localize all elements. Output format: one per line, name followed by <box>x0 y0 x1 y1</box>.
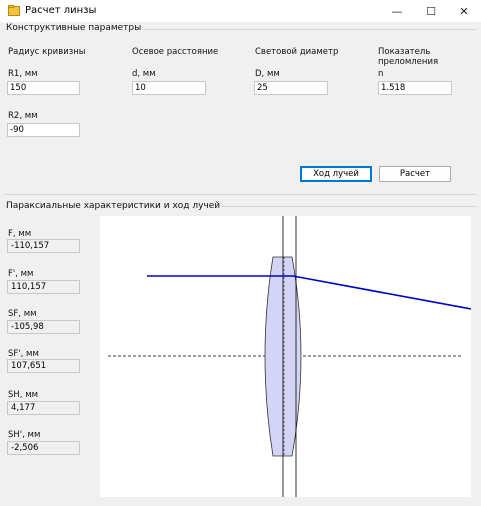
close-button[interactable]: ✕ <box>447 0 481 22</box>
params-group-bottom-border <box>4 194 477 195</box>
r1-input[interactable]: 150 <box>7 81 80 95</box>
sh-value: 4,177 <box>7 401 80 415</box>
n-label: n <box>378 69 384 79</box>
sf-label: SF, мм <box>8 309 37 319</box>
sh-label: SH, мм <box>8 390 39 400</box>
f-label: F, мм <box>8 229 32 239</box>
title-bar: Расчет линзы — ☐ ✕ <box>0 0 481 22</box>
params-group-title: Конструктивные параметры <box>6 23 144 33</box>
app-icon <box>8 5 20 16</box>
calculate-button[interactable]: Расчет <box>379 166 451 182</box>
ray-trace-button[interactable]: Ход лучей <box>300 166 372 182</box>
results-group-title: Параксиальные характеристики и ход лучей <box>6 201 223 211</box>
n-input[interactable]: 1.518 <box>378 81 452 95</box>
D-input[interactable]: 25 <box>254 81 328 95</box>
ray-trace-plot <box>100 216 471 497</box>
axial-distance-header: Осевое расстояние <box>132 47 219 57</box>
radius-header: Радиус кривизны <box>8 47 86 57</box>
D-label: D, мм <box>255 69 280 79</box>
minimize-button[interactable]: — <box>380 0 414 22</box>
sf-prime-label: SF', мм <box>8 349 39 359</box>
sh-prime-value: -2,506 <box>7 441 80 455</box>
f-prime-label: F', мм <box>8 269 34 279</box>
sh-prime-label: SH', мм <box>8 430 41 440</box>
f-prime-value: 110,157 <box>7 280 80 294</box>
sf-value: -105,98 <box>7 320 80 334</box>
sf-prime-value: 107,651 <box>7 359 80 373</box>
diameter-header: Световой диаметр <box>255 47 339 57</box>
r1-label: R1, мм <box>8 69 38 79</box>
r2-label: R2, мм <box>8 111 38 121</box>
r2-input[interactable]: -90 <box>7 123 80 137</box>
window-title: Расчет линзы <box>25 5 97 16</box>
maximize-button[interactable]: ☐ <box>414 0 448 22</box>
d-input[interactable]: 10 <box>132 81 206 95</box>
refraction-index-header: Показатель преломления <box>378 47 439 67</box>
light-ray <box>147 275 471 310</box>
d-label: d, мм <box>132 69 156 79</box>
f-value: -110,157 <box>7 239 80 253</box>
